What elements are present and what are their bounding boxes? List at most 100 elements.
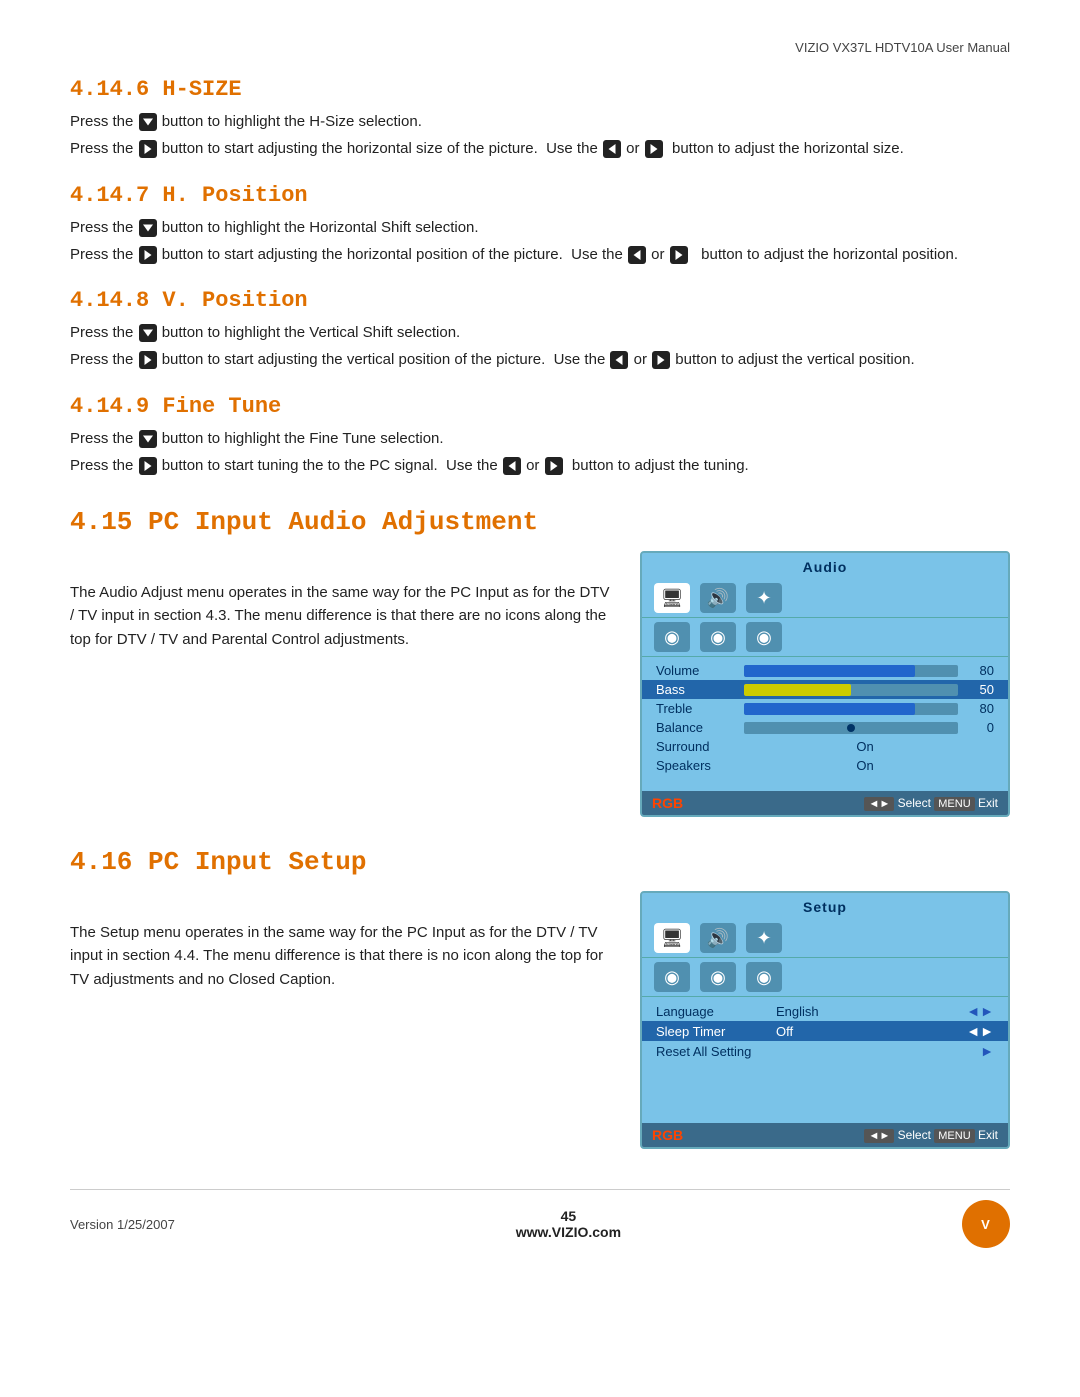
left-btn-icon-ft <box>503 457 521 475</box>
setup-icon-3: ◉ <box>746 962 782 992</box>
menu-item-balance: Balance 0 <box>642 718 1008 737</box>
setup-footer-hint: ◄► Select MENU Exit <box>864 1128 998 1142</box>
reset-label: Reset All Setting <box>656 1044 766 1059</box>
heading-pc-setup: 4.16 PC Input Setup <box>70 847 1010 877</box>
balance-dot <box>847 724 855 732</box>
audio-menu-footer: RGB ◄► Select MENU Exit <box>642 791 1008 815</box>
audio-menu-items: Volume 80 Bass 50 <box>642 657 1008 791</box>
pc-setup-content: The Setup menu operates in the same way … <box>70 891 1010 1149</box>
treble-bar <box>744 703 915 715</box>
footer-version: Version 1/25/2007 <box>70 1217 175 1232</box>
treble-value: 80 <box>966 701 994 716</box>
footer-right: V <box>962 1200 1010 1248</box>
footer-center: 45 www.VIZIO.com <box>516 1208 621 1240</box>
surround-label: Surround <box>656 739 736 754</box>
setup-menu-box: Setup 🖥 🔊 ✦ ◉ ◉ ◉ <box>640 891 1010 1149</box>
language-value: English <box>766 1004 966 1019</box>
language-arrow: ◄► <box>966 1003 994 1019</box>
section-pc-setup: 4.16 PC Input Setup The Setup menu opera… <box>70 847 1010 1149</box>
audio-footer-hint: ◄► Select MENU Exit <box>864 796 998 810</box>
hposition-line1: Press the button to highlight the Horizo… <box>70 216 1010 239</box>
setup-icon-1: ◉ <box>654 962 690 992</box>
finetune-line2: Press the button to start tuning the to … <box>70 454 1010 477</box>
sleep-value: Off <box>766 1024 966 1039</box>
right-btn-icon-hp <box>139 246 157 264</box>
balance-bar-wrap <box>744 722 958 734</box>
vizio-logo-text: V <box>981 1217 991 1232</box>
pc-audio-description: The Audio Adjust menu operates in the sa… <box>70 581 610 651</box>
audio-icons-row2: ◉ ◉ ◉ <box>642 618 1008 657</box>
volume-bar <box>744 665 915 677</box>
setup-select-hint-icon: ◄► <box>864 1129 894 1143</box>
vizio-logo: V <box>962 1200 1010 1248</box>
audio-footer-rgb: RGB <box>652 795 683 811</box>
sleep-label: Sleep Timer <box>656 1024 766 1039</box>
heading-hposition: 4.14.7 H. Position <box>70 183 1010 208</box>
surround-value: On <box>736 739 994 754</box>
speakers-value: On <box>736 758 994 773</box>
footer-website: www.VIZIO.com <box>516 1224 621 1240</box>
section-finetune: 4.14.9 Fine Tune Press the button to hig… <box>70 394 1010 478</box>
page: VIZIO VX37L HDTV10A User Manual 4.14.6 H… <box>0 0 1080 1308</box>
menu-item-volume: Volume 80 <box>642 661 1008 680</box>
treble-label: Treble <box>656 701 736 716</box>
right-btn-icon-hp2 <box>670 246 688 264</box>
bass-bar <box>744 684 851 696</box>
bass-bar-wrap <box>744 684 958 696</box>
down-btn-icon-vp1 <box>139 324 157 342</box>
right-btn-icon-ft <box>139 457 157 475</box>
right-btn-icon-vp <box>139 351 157 369</box>
balance-value: 0 <box>966 720 994 735</box>
pc-audio-text: The Audio Adjust menu operates in the sa… <box>70 551 610 655</box>
menu-spacer <box>642 775 1008 789</box>
section-hposition: 4.14.7 H. Position Press the button to h… <box>70 183 1010 267</box>
hsize-line2: Press the button to start adjusting the … <box>70 137 1010 160</box>
pc-audio-menu: Audio 🖥 🔊 ✦ ◉ ◉ ◉ <box>640 551 1010 817</box>
section-vposition: 4.14.8 V. Position Press the button to h… <box>70 288 1010 372</box>
heading-pc-audio: 4.15 PC Input Audio Adjustment <box>70 507 1010 537</box>
pc-setup-description: The Setup menu operates in the same way … <box>70 921 610 991</box>
menu-item-treble: Treble 80 <box>642 699 1008 718</box>
heading-finetune: 4.14.9 Fine Tune <box>70 394 1010 419</box>
setup-footer-rgb: RGB <box>652 1127 683 1143</box>
menu-item-speakers: Speakers On <box>642 756 1008 775</box>
right-btn-icon-vp2 <box>652 351 670 369</box>
bass-value: 50 <box>966 682 994 697</box>
section-pc-audio: 4.15 PC Input Audio Adjustment The Audio… <box>70 507 1010 817</box>
audio-icon-2: ◉ <box>700 622 736 652</box>
left-btn-icon-hp <box>628 246 646 264</box>
volume-value: 80 <box>966 663 994 678</box>
setup-item-sleep: Sleep Timer Off ◄► <box>642 1021 1008 1041</box>
menu-hint-icon: MENU <box>934 797 974 811</box>
setup-icons-row: 🖥 🔊 ✦ <box>642 919 1008 958</box>
audio-icon-1: ◉ <box>654 622 690 652</box>
audio-icon-monitor: 🖥 <box>654 583 690 613</box>
audio-icon-3: ◉ <box>746 622 782 652</box>
setup-menu-title: Setup <box>642 893 1008 919</box>
footer-page: 45 <box>516 1208 621 1224</box>
setup-icon-2: ◉ <box>700 962 736 992</box>
down-btn-icon-ft1 <box>139 430 157 448</box>
heading-vposition: 4.14.8 V. Position <box>70 288 1010 313</box>
left-btn-icon-vp <box>610 351 628 369</box>
select-hint-icon: ◄► <box>864 797 894 811</box>
pc-audio-content: The Audio Adjust menu operates in the sa… <box>70 551 1010 817</box>
vposition-line1: Press the button to highlight the Vertic… <box>70 321 1010 344</box>
language-label: Language <box>656 1004 766 1019</box>
page-footer: Version 1/25/2007 45 www.VIZIO.com V <box>70 1189 1010 1248</box>
audio-icon-audio: 🔊 <box>700 583 736 613</box>
setup-menu-spacer <box>642 1061 1008 1121</box>
vposition-line2: Press the button to start adjusting the … <box>70 348 1010 371</box>
menu-item-bass: Bass 50 <box>642 680 1008 699</box>
left-btn-icon <box>603 140 621 158</box>
down-btn-icon <box>139 113 157 131</box>
audio-menu-title: Audio <box>642 553 1008 579</box>
setup-item-reset: Reset All Setting ► <box>642 1041 1008 1061</box>
pc-setup-text: The Setup menu operates in the same way … <box>70 891 610 995</box>
bass-label: Bass <box>656 682 736 697</box>
setup-icon-other: ✦ <box>746 923 782 953</box>
hposition-line2: Press the button to start adjusting the … <box>70 243 1010 266</box>
pc-setup-menu: Setup 🖥 🔊 ✦ ◉ ◉ ◉ <box>640 891 1010 1149</box>
audio-menu-box: Audio 🖥 🔊 ✦ ◉ ◉ ◉ <box>640 551 1010 817</box>
balance-label: Balance <box>656 720 736 735</box>
